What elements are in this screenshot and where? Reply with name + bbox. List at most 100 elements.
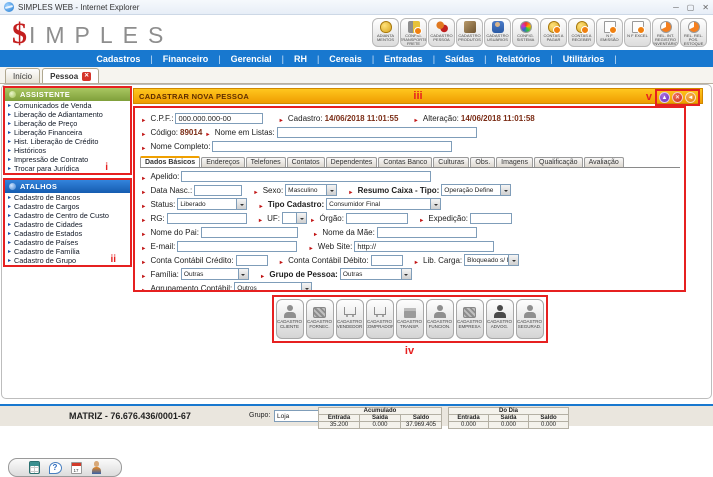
cadastro-advogado-button[interactable]: CADASTRO ADVOG.: [486, 299, 514, 339]
sidebar-item-cadastro-cargos[interactable]: Cadastro de Cargos: [5, 202, 130, 211]
sidebar-item-liberacao-financeira[interactable]: Liberação Financeira: [5, 128, 130, 137]
sidebar-item-cadastro-paises[interactable]: Cadastro de Países: [5, 238, 130, 247]
toolbar-nf-excel-button[interactable]: N F EXCEL: [624, 18, 651, 47]
help-icon[interactable]: ?: [49, 462, 62, 474]
cadastro-empresa-button[interactable]: CADASTRO EMPRESA: [456, 299, 484, 339]
expedicao-input[interactable]: [470, 213, 512, 224]
annotation-v: v: [646, 91, 652, 103]
panel-close-button[interactable]: ✕: [672, 92, 683, 103]
form-tab-avaliacao[interactable]: Avaliação: [584, 157, 624, 167]
menu-financeiro[interactable]: Financeiro: [158, 54, 226, 64]
toolbar-cadastro-produtos-button[interactable]: CADASTRO PRODUTOS: [456, 18, 483, 47]
sidebar-item-cadastro-bancos[interactable]: Cadastro de Bancos: [5, 193, 130, 202]
toolbar-cadastro-pessoa-button[interactable]: CADASTRO PESSOA: [428, 18, 455, 47]
cadastro-seguradora-button[interactable]: CADASTRO SEGURAD.: [516, 299, 544, 339]
sidebar-item-cadastro-centro-custo[interactable]: Cadastro de Centro de Custo: [5, 211, 130, 220]
form-title: CADASTRAR NOVA PESSOA: [139, 92, 249, 101]
toolbar-nf-emissao-button[interactable]: N F EMISSÃO: [596, 18, 623, 47]
form-tab-qualificacao[interactable]: Qualificação: [534, 157, 583, 167]
form-tab-enderecos[interactable]: Endereços: [201, 157, 244, 167]
toolbar-cadastro-usuarios-button[interactable]: CADASTRO USUÁRIOS: [484, 18, 511, 47]
tab-inicio[interactable]: Início: [5, 68, 40, 83]
resumo-caixa-select[interactable]: Operação Define: [441, 184, 511, 196]
grupo-pessoa-label: Grupo de Pessoa:: [269, 270, 337, 279]
minimize-button[interactable]: ─: [673, 3, 679, 12]
toolbar-config-sistema-button[interactable]: CONFIG. SISTEMA: [512, 18, 539, 47]
menu-gerencial[interactable]: Gerencial: [226, 54, 289, 64]
toolbar-adiantamentos-button[interactable]: ADIANTA MENTOS: [372, 18, 399, 47]
tab-close-icon[interactable]: ✕: [82, 72, 91, 81]
form-tab-dados-basicos[interactable]: Dados Básicos: [140, 156, 200, 167]
tab-pessoa[interactable]: Pessoa ✕: [42, 68, 99, 83]
close-button[interactable]: ✕: [702, 3, 709, 12]
grupo-pessoa-select[interactable]: Outras: [340, 268, 412, 280]
website-input[interactable]: [354, 241, 494, 252]
sidebar-item-cadastro-cidades[interactable]: Cadastro de Cidades: [5, 220, 130, 229]
form-tab-culturas[interactable]: Culturas: [433, 157, 469, 167]
menu-entradas[interactable]: Entradas: [379, 54, 440, 64]
menu-cadastros[interactable]: Cadastros: [91, 54, 157, 64]
form-tab-obs[interactable]: Obs.: [470, 157, 495, 167]
menu-utilitarios[interactable]: Utilitários: [558, 54, 622, 64]
form-tab-contatos[interactable]: Contatos: [287, 157, 325, 167]
moneybag-icon: [380, 21, 392, 33]
rg-input[interactable]: [167, 213, 247, 224]
cadastro-funcionario-button[interactable]: CADASTRO FUNCION.: [426, 299, 454, 339]
sidebar-item-impressao-contrato[interactable]: Impressão de Contrato: [5, 155, 130, 164]
menu-cereais[interactable]: Cereais: [324, 54, 379, 64]
nome-pai-input[interactable]: [201, 227, 298, 238]
calculator-icon[interactable]: [29, 461, 40, 474]
sidebar-item-liberacao-preco[interactable]: Liberação de Preço: [5, 119, 130, 128]
familia-select[interactable]: Outras: [181, 268, 249, 280]
toolbar-rel-estoque-button[interactable]: REL. REL. POS. ESTOQUE: [680, 18, 707, 47]
sidebar-item-trocar-juridica[interactable]: Trocar para Jurídica: [5, 164, 130, 173]
menu-rh[interactable]: RH: [289, 54, 324, 64]
user-icon[interactable]: [91, 461, 102, 474]
panel-back-button[interactable]: ◄: [685, 92, 696, 103]
calendar-icon[interactable]: 17: [71, 462, 82, 474]
lib-carga-select[interactable]: Bloqueado s/ P: [464, 254, 519, 266]
toolbar-transporte-button[interactable]: CONFIG. TRANSPORTE FRETE: [400, 18, 427, 47]
agrupamento-select[interactable]: Outros: [234, 282, 312, 292]
status-select[interactable]: Liberado: [177, 198, 247, 210]
conta-debito-input[interactable]: [371, 255, 403, 266]
nome-pai-label: Nome do Pai:: [150, 228, 198, 237]
form-tab-telefones[interactable]: Telefones: [246, 157, 286, 167]
menu-saidas[interactable]: Saídas: [440, 54, 491, 64]
sexo-select[interactable]: Masculino: [285, 184, 337, 196]
agrupamento-label: Agrupamento Contábil:: [150, 284, 232, 293]
sidebar-item-comunicados-venda[interactable]: Comunicados de Venda: [5, 101, 130, 110]
uf-select[interactable]: [282, 212, 307, 224]
orgao-input[interactable]: [346, 213, 408, 224]
conta-credito-input[interactable]: [236, 255, 268, 266]
sidebar-item-hist-liberacao-credito[interactable]: Hist. Liberação de Crédito: [5, 137, 130, 146]
nome-listas-input[interactable]: [277, 127, 477, 138]
form-tab-dependentes[interactable]: Dependentes: [326, 157, 378, 167]
toolbar-rel-inventario-button[interactable]: REL. INT. REGISTRO INVENTÁRIO: [652, 18, 679, 47]
sidebar-item-liberacao-adiantamento[interactable]: Liberação de Adiantamento: [5, 110, 130, 119]
cadastro-fornecedor-button[interactable]: CADASTRO FORNEC.: [306, 299, 334, 339]
menu-relatorios[interactable]: Relatórios: [491, 54, 557, 64]
annotation-box-actions: CADASTRO CLIENTE CADASTRO FORNEC. CADAST…: [272, 295, 548, 343]
cadastro-comprador-button[interactable]: CADASTRO COMPRADOR: [366, 299, 394, 339]
apelido-input[interactable]: [181, 171, 431, 182]
nome-mae-input[interactable]: [377, 227, 477, 238]
cpf-input[interactable]: [175, 113, 263, 124]
toolbar-contas-receber-button[interactable]: CONTAS A RECEBER: [568, 18, 595, 47]
form-tab-imagens[interactable]: Imagens: [496, 157, 533, 167]
maximize-button[interactable]: ▢: [687, 3, 695, 12]
uf-label: UF:: [267, 214, 280, 223]
cadastro-vendedor-button[interactable]: CADASTRO VENDEDOR: [336, 299, 364, 339]
panel-minimize-button[interactable]: ▲: [659, 92, 670, 103]
data-nasc-input[interactable]: [194, 185, 242, 196]
cadastro-transportadora-button[interactable]: CADASTRO TRANSP.: [396, 299, 424, 339]
cadastro-cliente-button[interactable]: CADASTRO CLIENTE: [276, 299, 304, 339]
sidebar-item-historicos[interactable]: Históricos: [5, 146, 130, 155]
sidebar-item-cadastro-estados[interactable]: Cadastro de Estados: [5, 229, 130, 238]
pie-chart-icon: [688, 21, 700, 33]
document-icon: [632, 21, 644, 33]
email-input[interactable]: [177, 241, 297, 252]
form-tab-contas-banco[interactable]: Contas Banco: [378, 157, 432, 167]
nome-completo-input[interactable]: [212, 141, 452, 152]
toolbar-contas-pagar-button[interactable]: CONTAS A PAGAR: [540, 18, 567, 47]
